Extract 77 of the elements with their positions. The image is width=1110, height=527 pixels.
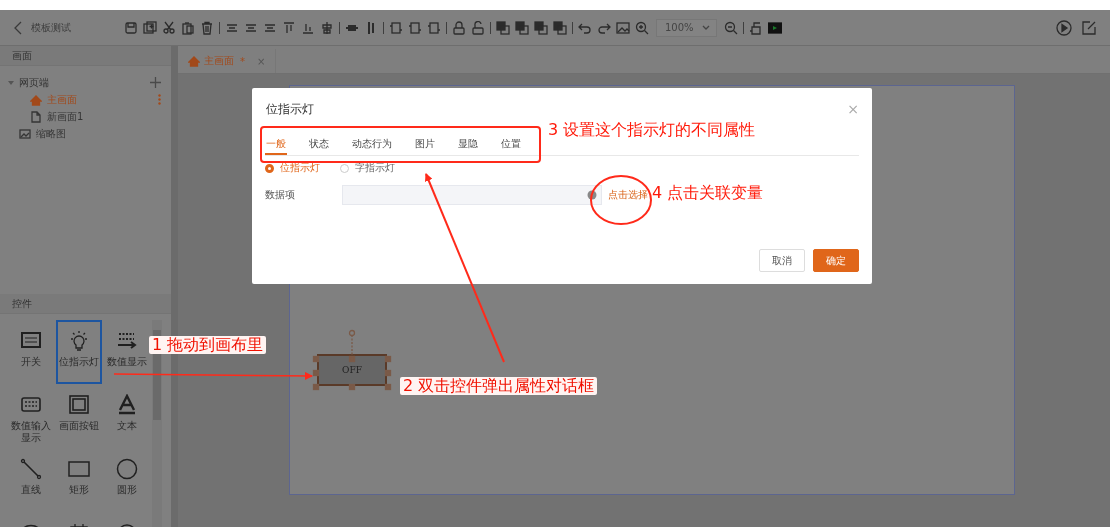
control-item[interactable]: 圆形 <box>104 448 150 512</box>
document-tab[interactable]: 主画面 * × <box>182 49 277 73</box>
control-item[interactable]: 开关 <box>8 320 54 384</box>
save-icon[interactable] <box>124 20 138 35</box>
radio-button[interactable] <box>340 163 349 173</box>
frame-icon <box>68 394 90 416</box>
control-item[interactable]: 位指示灯 <box>56 320 102 384</box>
dialog-tab[interactable]: 一般 <box>265 130 287 155</box>
radio-option[interactable]: 字指示灯 <box>340 161 395 175</box>
zoom-in-icon[interactable] <box>635 20 649 35</box>
home-icon <box>30 93 42 106</box>
home-icon <box>188 55 200 67</box>
tree-item[interactable]: 缩略图 <box>0 125 171 142</box>
image-icon[interactable] <box>616 20 630 35</box>
dialog-tab[interactable]: 动态行为 <box>351 130 393 155</box>
back-icon[interactable] <box>14 20 22 35</box>
trash-icon[interactable] <box>200 20 214 35</box>
close-button[interactable]: × <box>847 101 859 117</box>
indicator-widget[interactable]: OFF <box>317 354 387 386</box>
lock-icon[interactable] <box>452 20 466 35</box>
select-link[interactable]: 点击选择 <box>608 188 648 202</box>
radio-button[interactable] <box>265 163 274 173</box>
annotation-text: 3 设置这个指示灯的不同属性 <box>548 122 756 138</box>
dialog-tab[interactable]: 图片 <box>414 130 436 155</box>
control-item[interactable]: 数值显示 <box>104 320 150 384</box>
layers-icon[interactable] <box>496 20 510 35</box>
annotation-text: 4 点击关联变量 <box>652 185 764 201</box>
annotation-text: 1 拖动到画布里 <box>149 336 267 354</box>
close-button[interactable]: × <box>257 55 266 67</box>
control-item[interactable]: 画面按钮 <box>56 384 102 448</box>
document-icon <box>30 110 42 123</box>
letter-icon-drawing <box>116 394 138 416</box>
dialog-tab[interactable]: 显隐 <box>457 130 479 155</box>
caret-down-icon[interactable] <box>8 79 14 86</box>
clear-icon[interactable] <box>587 190 597 200</box>
control-item[interactable]: 数值输入显示 <box>8 384 54 448</box>
unsaved-mark: * <box>240 55 245 67</box>
scissors-icon[interactable] <box>162 20 176 35</box>
thumbnail-icon <box>19 127 31 140</box>
add-copy-icon[interactable] <box>143 20 157 35</box>
field-label: 数据项 <box>265 188 296 202</box>
play-icon[interactable] <box>1056 19 1072 36</box>
dialog-tab[interactable]: 位置 <box>500 130 522 155</box>
annotation-text: 2 双击控件弹出属性对话框 <box>400 377 598 395</box>
clipboard-icon[interactable] <box>181 20 195 35</box>
control-item[interactable]: 文本 <box>104 384 150 448</box>
selection-handles-drawing[interactable] <box>312 329 392 391</box>
caret-icon <box>701 25 710 30</box>
layers-icon[interactable] <box>534 20 548 35</box>
light-bulb-icon <box>68 330 90 352</box>
zoom-out-icon[interactable] <box>723 20 738 35</box>
confirm-button[interactable]: 确定 <box>813 249 859 272</box>
rectangle-icon <box>68 458 90 480</box>
number-arrow-icon <box>116 330 138 352</box>
unlock-icon[interactable] <box>471 20 485 35</box>
align-center-icon[interactable] <box>320 20 334 35</box>
control-item[interactable]: 直线 <box>8 448 54 512</box>
dialog-tab[interactable]: 状态 <box>308 130 330 155</box>
film-icon[interactable] <box>767 20 782 35</box>
align-top-icon[interactable] <box>282 20 296 35</box>
layers-icon[interactable] <box>515 20 529 35</box>
tree-item[interactable]: 新画面1 <box>0 108 171 125</box>
circle-icon <box>116 458 138 480</box>
data-item-field[interactable] <box>342 185 602 205</box>
scrollbar[interactable] <box>152 320 162 527</box>
layers-icon[interactable] <box>553 20 567 35</box>
dialog-title: 位指示灯 <box>266 100 314 118</box>
add-icon[interactable] <box>150 77 161 88</box>
zoom-value: 100% <box>665 22 694 33</box>
highlight-ellipse <box>590 175 652 225</box>
line-icon <box>20 458 42 480</box>
control-item[interactable]: 矩形 <box>56 448 102 512</box>
radio-option[interactable]: 位指示灯 <box>265 161 320 175</box>
tree-item[interactable]: 网页端 <box>0 74 171 91</box>
cancel-button[interactable]: 取消 <box>759 249 805 272</box>
edit-icon[interactable] <box>1082 20 1096 35</box>
zoom-dropdown[interactable]: 100% <box>656 18 717 37</box>
